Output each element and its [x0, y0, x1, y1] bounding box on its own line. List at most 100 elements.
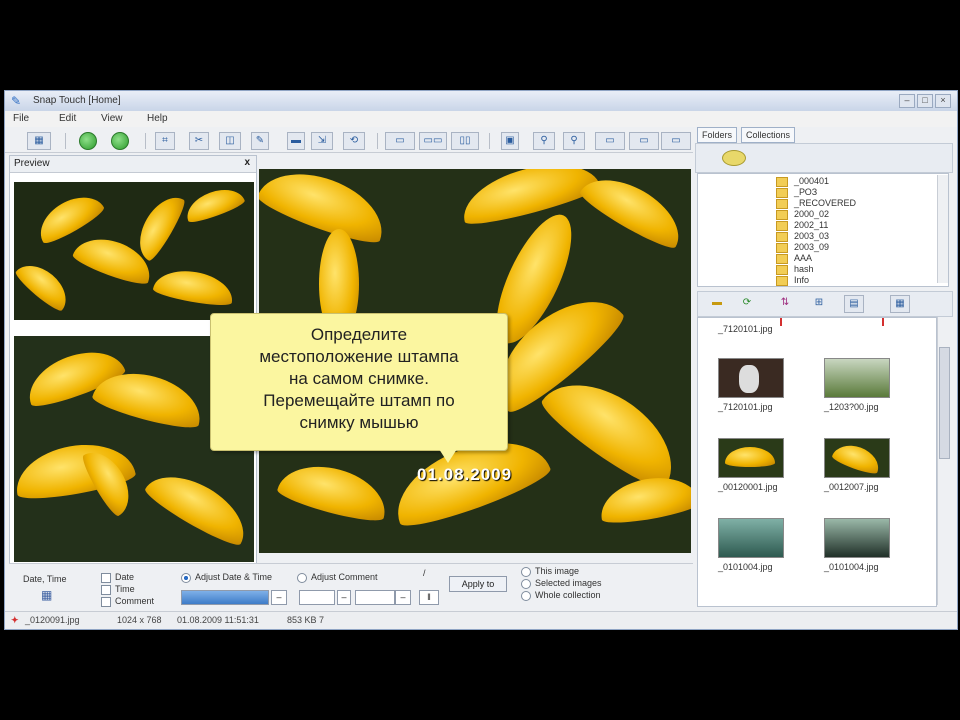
view-double-icon[interactable]: ▭▭: [419, 132, 447, 150]
menu-view[interactable]: View: [101, 113, 123, 124]
thumbnail-label: _00120001.jpg: [718, 482, 778, 492]
font-color-picker[interactable]: [181, 590, 269, 605]
apply-button[interactable]: Apply to: [449, 576, 507, 592]
thumbnail-view-icon[interactable]: ▤: [844, 295, 864, 313]
stamp-icon[interactable]: ▬: [287, 132, 305, 150]
tab-collections[interactable]: Collections: [741, 127, 796, 143]
thumbnail-image[interactable]: [718, 358, 784, 398]
status-datetime: 01.08.2009 11:51:31: [177, 615, 259, 625]
refresh-icon[interactable]: ⟳: [738, 295, 756, 311]
status-bar: ✦ _0120091.jpg 1024 x 768 01.08.2009 11:…: [5, 611, 957, 629]
check-date[interactable]: Date: [101, 572, 134, 583]
preview-close-icon[interactable]: x: [244, 157, 250, 168]
preview-thumbnail[interactable]: [14, 182, 254, 320]
scrollbar-thumb[interactable]: [939, 347, 950, 459]
thumbnail-image[interactable]: [718, 518, 784, 558]
callout-text: Определите местоположение штампа на само…: [259, 325, 459, 432]
callout-pointer: [439, 449, 457, 463]
open-folder-icon[interactable]: ▬: [708, 295, 726, 311]
fullscreen-icon[interactable]: ▭: [629, 132, 659, 150]
thumbnail-image[interactable]: [718, 438, 784, 478]
panel-tabs: Folders Collections: [695, 127, 951, 143]
calendar-icon[interactable]: ▦: [41, 588, 52, 602]
tree-item[interactable]: _РОЗ: [776, 187, 817, 198]
thumbnail-toolbar: ▬ ⟳ ⇅ ⊞ ▤ ▦: [697, 291, 953, 317]
font-size-dropdown[interactable]: –: [337, 590, 351, 605]
position-dropdown[interactable]: –: [395, 590, 411, 605]
slideshow-icon[interactable]: ▭: [661, 132, 691, 150]
fit-icon[interactable]: ▭: [595, 132, 625, 150]
compare-icon[interactable]: ◫: [219, 132, 241, 150]
maximize-button[interactable]: □: [917, 94, 933, 108]
view-single-icon[interactable]: ▭: [385, 132, 415, 150]
crop-icon[interactable]: ⌗: [155, 132, 175, 150]
tab-folders[interactable]: Folders: [697, 127, 738, 143]
position-field[interactable]: [355, 590, 395, 605]
thumbnail-scrollbar[interactable]: [937, 317, 950, 605]
app-icon: ✎: [11, 94, 22, 108]
tree-item[interactable]: 2002_11: [776, 220, 828, 231]
radio-adjust-comment[interactable]: Adjust Comment: [297, 572, 378, 583]
radio-this-image[interactable]: This image: [521, 566, 579, 577]
radio-whole-collection[interactable]: Whole collection: [521, 590, 601, 601]
font-size-field[interactable]: [299, 590, 335, 605]
tree-scrollbar[interactable]: [937, 175, 948, 283]
view-triple-icon[interactable]: ▯▯: [451, 132, 479, 150]
window-title: Snap Touch [Home]: [33, 95, 121, 106]
menu-edit[interactable]: Edit: [59, 113, 76, 124]
tree-item[interactable]: 2000_02: [776, 209, 829, 220]
radio-adjust-date[interactable]: Adjust Date & Time: [181, 572, 272, 583]
tree-item[interactable]: _RECOVERED: [776, 198, 856, 209]
preview-header: Preview x: [10, 156, 256, 173]
minimize-button[interactable]: –: [899, 94, 915, 108]
zoom-in-icon[interactable]: ⚲: [533, 132, 555, 150]
tree-item[interactable]: 2003_09: [776, 242, 829, 253]
group-label: Date, Time: [23, 574, 67, 584]
image-icon[interactable]: ▣: [501, 132, 519, 150]
folder-tree: _000401 _РОЗ _RECOVERED 2000_02 2002_11 …: [697, 173, 949, 287]
menu-bar: File Edit View Help: [5, 111, 957, 127]
date-stamp[interactable]: 01.08.2009: [417, 465, 512, 485]
preview-title: Preview: [14, 158, 50, 169]
tree-item[interactable]: 2003_03: [776, 231, 829, 242]
thumbnail-image[interactable]: [824, 358, 890, 398]
app-window: ✎ Snap Touch [Home] – □ × File Edit View H…: [4, 90, 958, 630]
settings-icon[interactable]: ▦: [890, 295, 910, 313]
menu-help[interactable]: Help: [147, 113, 168, 124]
status-filename: _0120091.jpg: [25, 615, 80, 625]
sort-icon[interactable]: ⇅: [776, 295, 794, 311]
folder-toolbar: [695, 143, 953, 173]
check-time[interactable]: Time: [101, 584, 135, 595]
check-comment[interactable]: Comment: [101, 596, 154, 607]
thumbnail-grid: _7120101.jpg _7120101.jpg _1203?00.jpg _…: [697, 317, 937, 607]
tree-item[interactable]: _000401: [776, 176, 829, 187]
pause-icon[interactable]: ‖: [419, 590, 439, 605]
tree-item[interactable]: ААА: [776, 253, 812, 264]
main-toolbar: ▦ ⌗ ✂ ◫ ✎ ▬ ⇲ ⟲ ▭ ▭▭ ▯▯ ▣ ⚲ ⚲ ▭ ▭ ▭: [5, 128, 693, 153]
thumbnail-image[interactable]: [824, 438, 890, 478]
thumbnail-label: _0101004.jpg: [718, 562, 773, 572]
radio-selected-images[interactable]: Selected images: [521, 578, 602, 589]
status-dimensions: 1024 x 768: [117, 615, 162, 625]
select-icon[interactable]: ⊞: [810, 295, 828, 311]
thumbnail-image[interactable]: [824, 518, 890, 558]
menu-file[interactable]: File: [13, 113, 29, 124]
forward-button[interactable]: [111, 132, 129, 150]
tools-icon[interactable]: ✂: [189, 132, 209, 150]
thumbnail-label: _1203?00.jpg: [824, 402, 879, 412]
zoom-out-icon[interactable]: ⚲: [563, 132, 585, 150]
edit-icon[interactable]: ✎: [251, 132, 269, 150]
gallery-icon[interactable]: ▦: [27, 132, 51, 150]
back-button[interactable]: [79, 132, 97, 150]
thumbnail-label: _0012007.jpg: [824, 482, 879, 492]
help-callout: Определите местоположение штампа на само…: [210, 313, 508, 451]
resize-icon[interactable]: ⇲: [311, 132, 333, 150]
close-button[interactable]: ×: [935, 94, 951, 108]
window-controls: – □ ×: [897, 94, 951, 108]
refresh-folder-icon[interactable]: [722, 150, 746, 166]
tree-item[interactable]: hash: [776, 264, 814, 275]
tree-item[interactable]: Info: [776, 275, 809, 286]
rotate-icon[interactable]: ⟲: [343, 132, 365, 150]
font-color-dropdown[interactable]: –: [271, 590, 287, 605]
status-filesize: 853 KB 7: [287, 615, 325, 625]
